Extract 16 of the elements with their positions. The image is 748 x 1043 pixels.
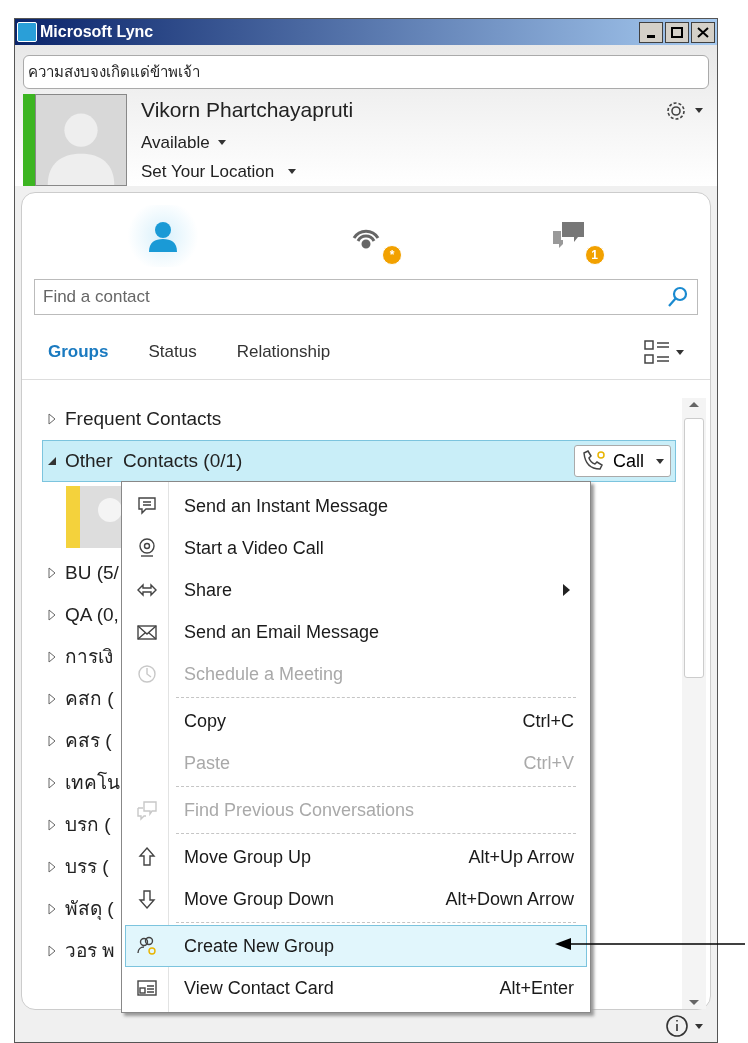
group-label: Frequent Contacts [65,406,222,431]
count-badge: 1 [584,245,605,265]
group-label: คสร ( [65,728,112,753]
group-label: เทคโน [65,770,120,795]
group-label: Other Contacts (0/1) [65,448,243,473]
group-label: BU (5/ [65,560,119,585]
group-label: บรร ( [65,854,109,879]
group-label: QA (0, [65,602,119,627]
count-badge: * [382,245,402,265]
group-label: คสก ( [65,686,114,711]
group-label: วอร พ [65,938,116,963]
group-label: บรก ( [65,812,111,837]
group-label: พัสดุ ( [65,896,114,922]
user-name: Vikorn Phartchayapruti [141,97,354,123]
group-label: การเงิ [65,644,113,669]
window-title: Microsoft Lync [40,22,154,42]
